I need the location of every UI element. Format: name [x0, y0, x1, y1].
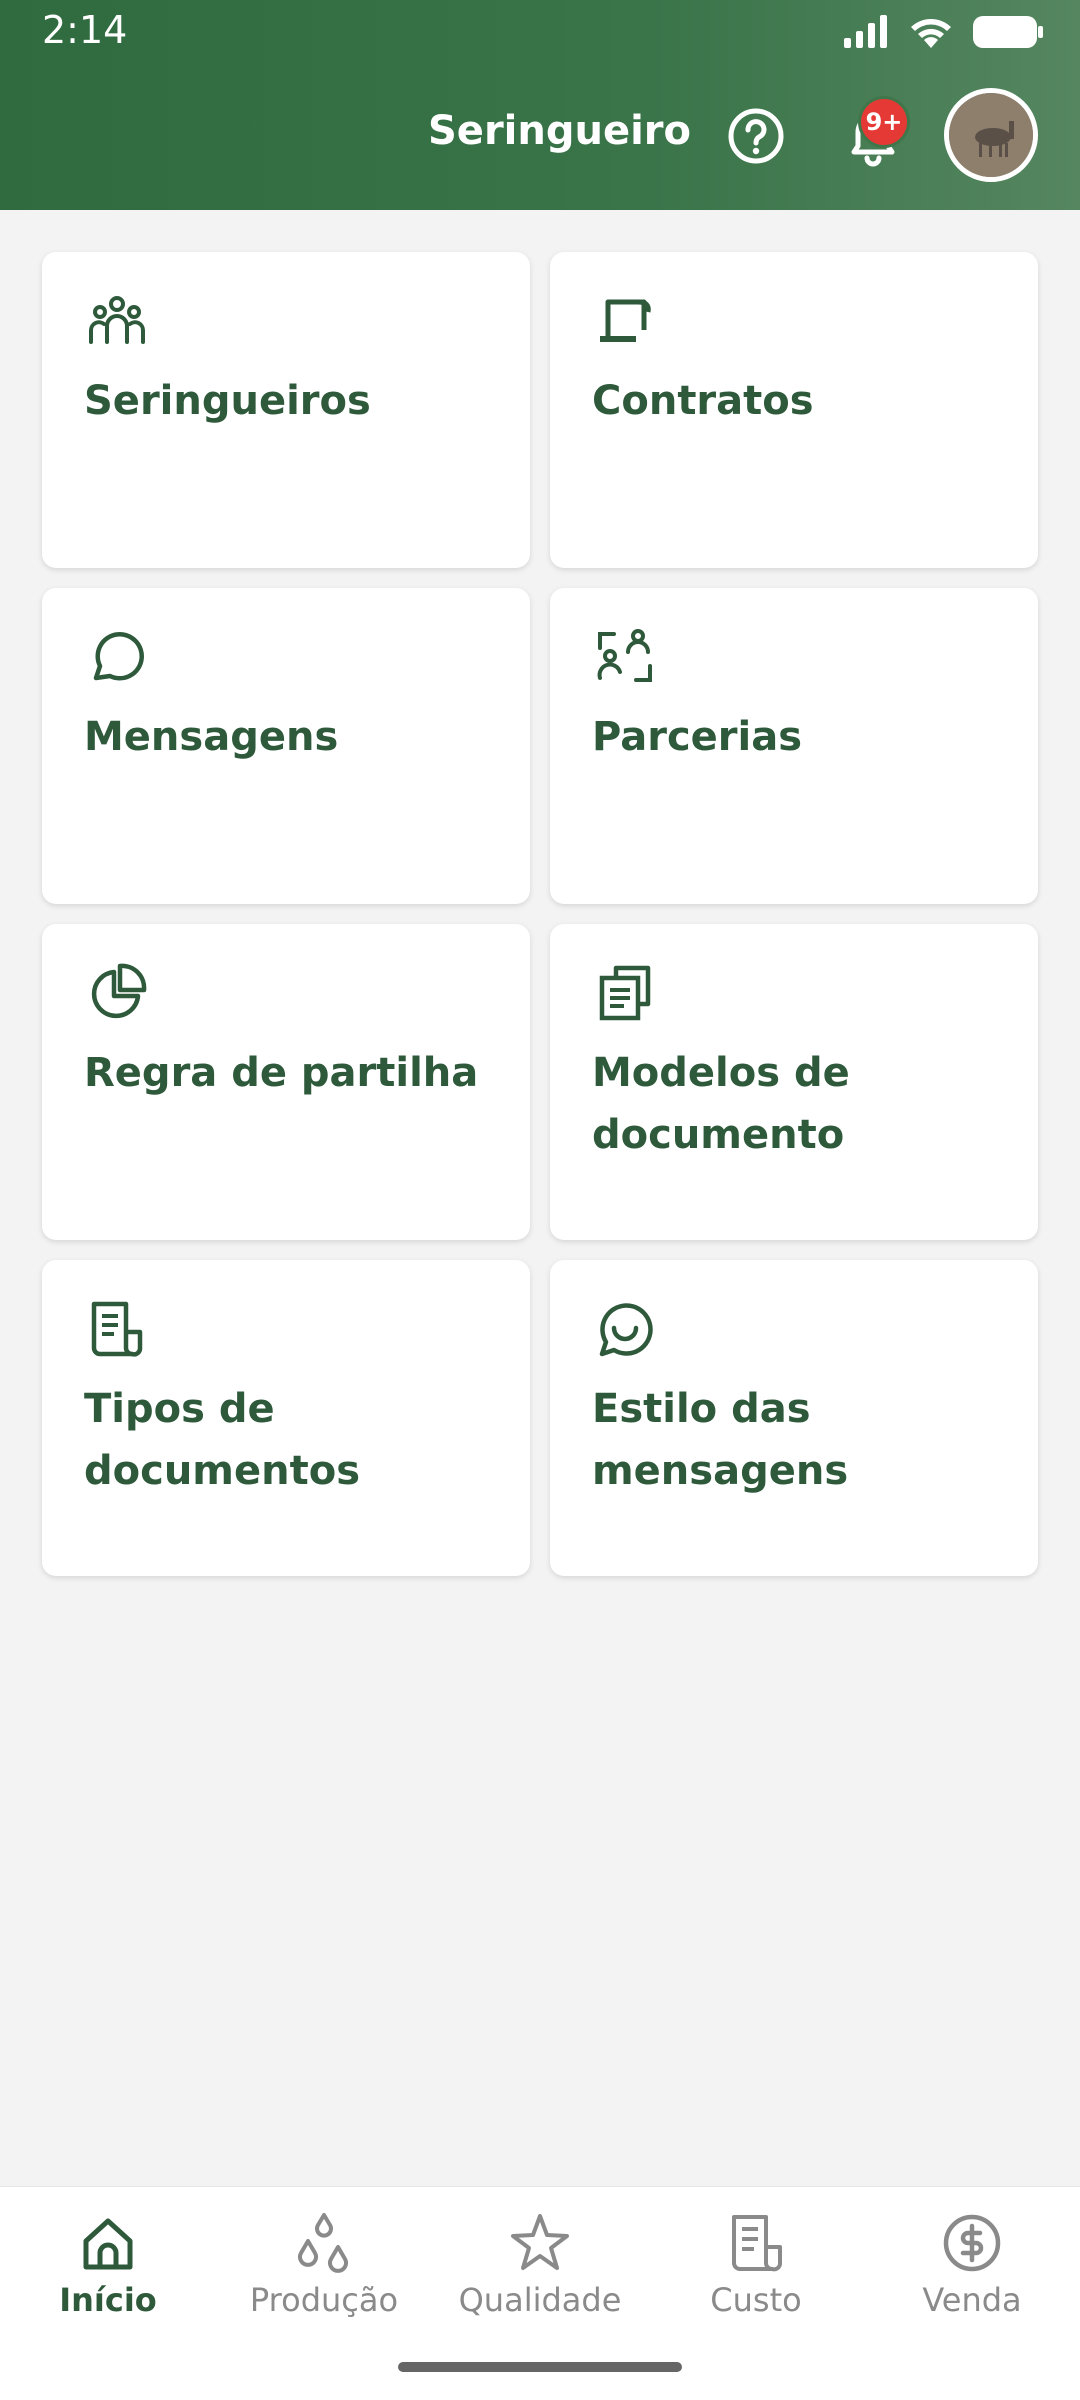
pie-chart-icon: [91, 963, 147, 1019]
card-tipos-de-documentos[interactable]: Tipos de documentos: [42, 1260, 530, 1576]
partners-icon: [597, 629, 652, 682]
card-label: Tipos de documentos: [84, 1386, 360, 1494]
card-parcerias[interactable]: Parcerias: [550, 588, 1038, 904]
scroll-icon: [600, 299, 651, 342]
card-label: Regra de partilha: [84, 1050, 479, 1096]
card-label: Contratos: [592, 378, 814, 424]
avatar[interactable]: [944, 88, 1038, 182]
card-mensagens[interactable]: Mensagens: [42, 588, 530, 904]
status-icons: [842, 12, 1044, 52]
nav-item-venda[interactable]: Venda: [864, 2211, 1080, 2331]
drops-icon: [298, 2213, 348, 2273]
whatsapp-icon: [599, 1303, 653, 1357]
card-contratos[interactable]: Contratos: [550, 252, 1038, 568]
nav-label: Venda: [922, 2281, 1022, 2319]
home-icon: [83, 2218, 133, 2270]
battery-icon: [973, 16, 1043, 48]
documents-copy-icon: [599, 965, 651, 1021]
card-label: Seringueiros: [84, 378, 371, 424]
nav-label: Qualidade: [458, 2281, 622, 2319]
card-label: Modelos de documento: [592, 1050, 850, 1158]
card-label: Parcerias: [592, 714, 803, 760]
nav-item-inicio[interactable]: Início: [0, 2211, 216, 2331]
signal-icon: [844, 15, 887, 48]
card-label: Mensagens: [84, 714, 339, 760]
nav-item-custo[interactable]: Custo: [648, 2211, 864, 2331]
document-list-icon: [91, 1301, 143, 1357]
nav-label: Produção: [249, 2281, 399, 2319]
receipt-icon: [732, 2215, 782, 2272]
nav-item-qualidade[interactable]: Qualidade: [432, 2211, 648, 2331]
notification-badge: 9+: [858, 96, 910, 148]
home-indicator: [398, 2362, 682, 2372]
wifi-icon: [911, 19, 951, 48]
status-time: 2:14: [42, 8, 128, 52]
zebra-photo: [949, 93, 1033, 177]
card-label: Estilo das mensagens: [592, 1386, 849, 1494]
people-group-icon: [89, 296, 145, 344]
card-seringueiros[interactable]: Seringueiros: [42, 252, 530, 568]
page-title: Seringueiro: [428, 108, 692, 154]
nav-label: Custo: [710, 2281, 802, 2319]
card-estilo-das-mensagens[interactable]: Estilo das mensagens: [550, 1260, 1038, 1576]
app-header: 2:14 Seringueiro 9+: [0, 0, 1080, 210]
star-icon: [511, 2214, 569, 2270]
card-regra-de-partilha[interactable]: Regra de partilha: [42, 924, 530, 1240]
help-icon[interactable]: [726, 106, 786, 166]
chat-bubble-icon: [93, 632, 144, 681]
card-modelos-de-documento[interactable]: Modelos de documento: [550, 924, 1038, 1240]
dollar-coin-icon: [943, 2214, 1001, 2272]
nav-item-producao[interactable]: Produção: [216, 2211, 432, 2331]
nav-label: Início: [59, 2281, 157, 2319]
